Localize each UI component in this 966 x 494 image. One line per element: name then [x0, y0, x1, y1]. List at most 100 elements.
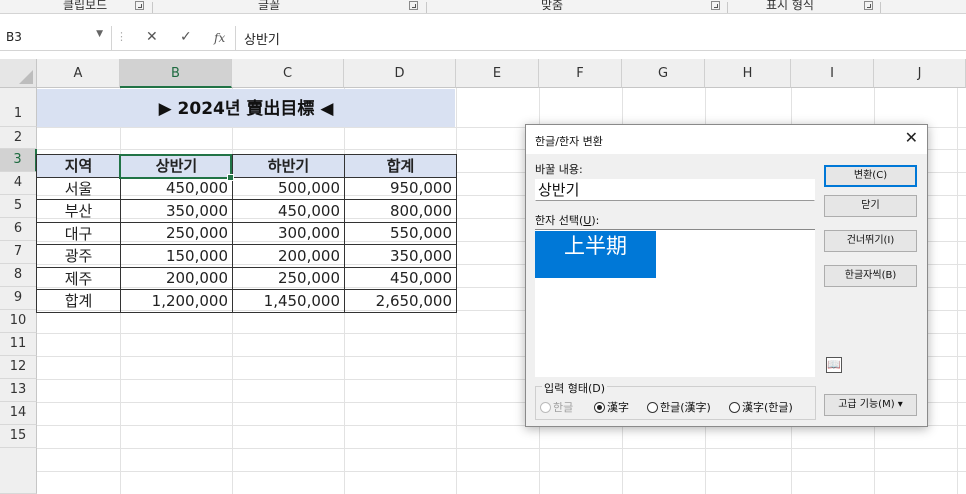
radio-label: 漢字(한글) — [742, 401, 793, 414]
radio-hanja[interactable]: 漢字 — [594, 399, 629, 415]
column-header-j[interactable]: J — [874, 59, 966, 88]
table-cell[interactable]: 서울 — [36, 176, 121, 200]
table-cell[interactable]: 200,000 — [120, 266, 233, 290]
table-cell[interactable]: 제주 — [36, 266, 121, 290]
radio-dot — [647, 402, 658, 413]
column-header-c[interactable]: C — [232, 59, 344, 88]
advanced-button[interactable]: 고급 기능(M) ▾ — [824, 394, 917, 416]
row-header-11[interactable]: 11 — [0, 333, 37, 356]
enter-icon[interactable]: ✓ — [180, 29, 192, 45]
radio-hangul-hanja[interactable]: 한글(漢字) — [647, 399, 711, 415]
table-cell[interactable]: 950,000 — [344, 176, 457, 200]
radio-dot — [729, 402, 740, 413]
column-header-d[interactable]: D — [344, 59, 456, 88]
gridline — [37, 471, 966, 472]
table-header-cell[interactable]: 지역 — [36, 154, 121, 178]
hangul-hanja-dialog: 한글/한자 변환 ✕ 바꿀 내용: 상반기 한자 선택(U): 上半期 변환(C… — [525, 124, 928, 427]
row-header-12[interactable]: 12 — [0, 356, 37, 379]
name-box-value: B3 — [6, 30, 22, 44]
row-header-4[interactable]: 4 — [0, 172, 37, 195]
sheet-title-cell[interactable]: ▶ 2024년 賣出目標 ◀ — [37, 89, 455, 127]
table-row: 대구 250,000 300,000 550,000 — [36, 221, 457, 245]
table-cell[interactable]: 450,000 — [120, 176, 233, 200]
table-cell[interactable]: 250,000 — [232, 266, 345, 290]
column-header-a[interactable]: A — [37, 59, 120, 88]
table-header-row: 지역 상반기 하반기 합계 — [36, 154, 457, 178]
convert-button[interactable]: 변환(C) — [824, 165, 917, 187]
ribbon-separator — [426, 2, 427, 13]
table-cell[interactable]: 광주 — [36, 244, 121, 268]
row-header-7[interactable]: 7 — [0, 241, 37, 264]
table-cell[interactable]: 200,000 — [232, 244, 345, 268]
table-cell[interactable]: 합계 — [36, 289, 121, 313]
skip-button[interactable]: 건너뛰기(I) — [824, 230, 917, 252]
table-cell[interactable]: 450,000 — [344, 266, 457, 290]
column-header-h[interactable]: H — [705, 59, 791, 88]
table-row: 부산 350,000 450,000 800,000 — [36, 199, 457, 223]
table-header-cell[interactable]: 하반기 — [232, 154, 345, 178]
column-header-f[interactable]: F — [539, 59, 622, 88]
row-header-14[interactable]: 14 — [0, 402, 37, 425]
table-cell[interactable]: 2,650,000 — [344, 289, 457, 313]
row-header-2[interactable]: 2 — [0, 127, 37, 149]
table-cell[interactable]: 800,000 — [344, 199, 457, 223]
hanja-listbox[interactable]: 上半期 — [535, 229, 815, 377]
table-cell[interactable]: 450,000 — [232, 199, 345, 223]
table-header-cell[interactable]: 합계 — [344, 154, 457, 178]
ribbon-group-clipboard: 클립보드 — [63, 0, 108, 12]
name-box[interactable]: B3 ▼ — [0, 26, 112, 50]
row-header-5[interactable]: 5 — [0, 195, 37, 218]
alignment-launcher-icon[interactable] — [711, 1, 720, 10]
column-header-i[interactable]: I — [791, 59, 874, 88]
ribbon-group-number: 표시 형식 — [766, 0, 814, 12]
column-header-e[interactable]: E — [456, 59, 539, 88]
table-cell[interactable]: 350,000 — [120, 199, 233, 223]
row-header-8[interactable]: 8 — [0, 264, 37, 287]
input-form-group: 입력 형태(D) 한글 漢字 한글(漢字) 漢字(한글) — [535, 380, 816, 420]
select-all-corner[interactable] — [0, 59, 37, 88]
row-header-15[interactable]: 15 — [0, 425, 37, 448]
ribbon-group-strip: 클립보드 글꼴 맞춤 표시 형식 — [0, 0, 966, 14]
close-icon[interactable]: ✕ — [905, 128, 918, 147]
row-header-9[interactable]: 9 — [0, 287, 37, 310]
table-row: 광주 150,000 200,000 350,000 — [36, 244, 457, 268]
table-cell[interactable]: 1,200,000 — [120, 289, 233, 313]
table-cell[interactable]: 350,000 — [344, 244, 457, 268]
radio-label: 한글(漢字) — [660, 401, 711, 414]
row-header-3[interactable]: 3 — [0, 149, 37, 172]
row-header-6[interactable]: 6 — [0, 218, 37, 241]
column-header-g[interactable]: G — [622, 59, 705, 88]
row-header-1[interactable]: 1 — [0, 88, 37, 127]
table-cell[interactable]: 부산 — [36, 199, 121, 223]
radio-dot — [540, 402, 551, 413]
table-cell[interactable]: 500,000 — [232, 176, 345, 200]
insert-function-icon[interactable]: fx — [214, 31, 225, 45]
column-header-b[interactable]: B — [120, 59, 232, 88]
char-by-char-button[interactable]: 한글자씩(B) — [824, 265, 917, 287]
table-cell[interactable]: 150,000 — [120, 244, 233, 268]
table-cell[interactable]: 250,000 — [120, 221, 233, 245]
hanja-option[interactable]: 上半期 — [535, 231, 656, 278]
table-cell[interactable]: 300,000 — [232, 221, 345, 245]
radio-hanja-hangul[interactable]: 漢字(한글) — [729, 399, 793, 415]
cancel-icon[interactable]: ✕ — [146, 29, 158, 45]
table-cell[interactable]: 대구 — [36, 221, 121, 245]
table-row: 합계 1,200,000 1,450,000 2,650,000 — [36, 289, 457, 313]
number-launcher-icon[interactable] — [864, 1, 873, 10]
replace-input[interactable]: 상반기 — [535, 179, 815, 201]
close-button[interactable]: 닫기 — [824, 195, 917, 217]
chevron-down-icon[interactable]: ▼ — [96, 29, 103, 39]
table-cell[interactable]: 1,450,000 — [232, 289, 345, 313]
ribbon-group-font: 글꼴 — [258, 0, 281, 12]
formula-input[interactable]: 상반기 — [235, 26, 966, 50]
clipboard-launcher-icon[interactable] — [135, 1, 144, 10]
row-header-13[interactable]: 13 — [0, 379, 37, 402]
table-header-cell[interactable]: 상반기 — [120, 154, 233, 178]
ribbon-separator — [880, 2, 881, 13]
table-cell[interactable]: 550,000 — [344, 221, 457, 245]
dialog-body: 바꿀 내용: 상반기 한자 선택(U): 上半期 변환(C) 닫기 건너뛰기(I… — [526, 154, 927, 426]
row-header-10[interactable]: 10 — [0, 310, 37, 333]
font-launcher-icon[interactable] — [409, 1, 418, 10]
radio-label: 한글 — [553, 401, 574, 414]
book-icon[interactable]: 📖 — [826, 357, 842, 373]
